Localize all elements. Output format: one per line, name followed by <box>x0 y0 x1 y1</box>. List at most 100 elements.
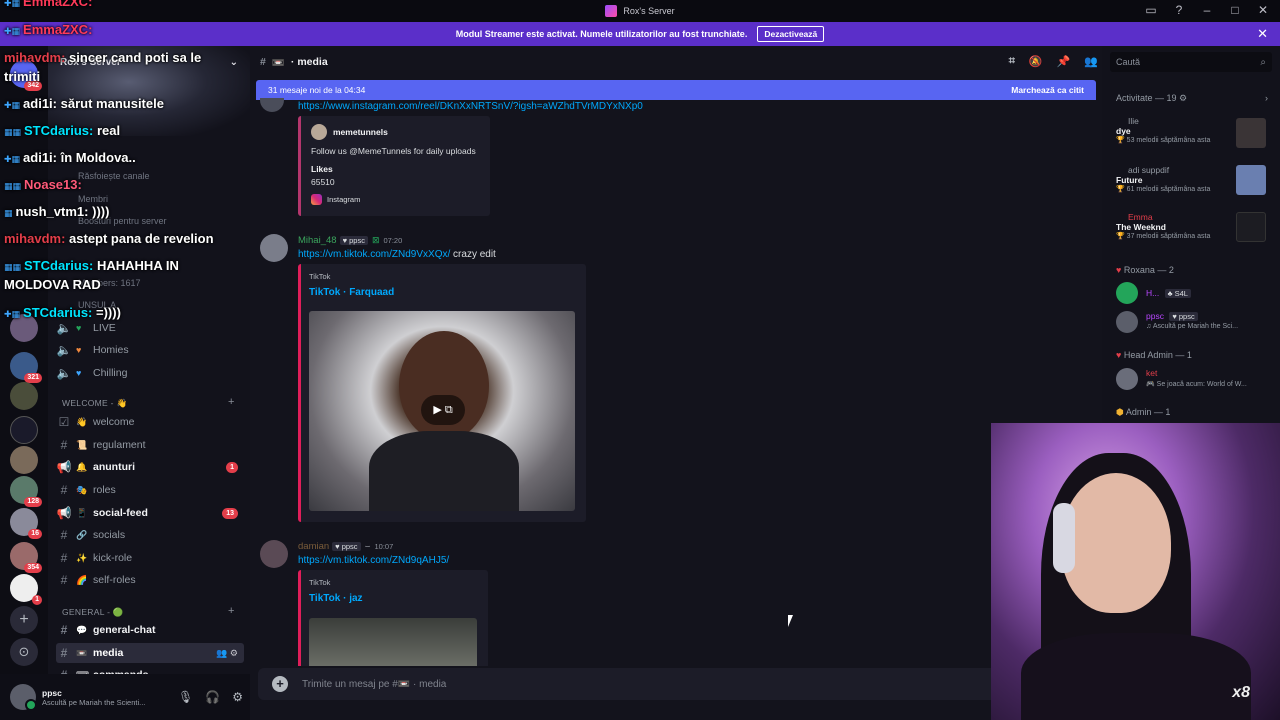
streamer-banner-text: Modul Streamer este activat. Numele util… <box>455 29 748 39</box>
inbox-icon[interactable]: ▭ <box>1144 3 1158 17</box>
discover-icon[interactable]: ⊙ <box>10 638 38 666</box>
add-channel-icon[interactable]: + <box>228 396 235 408</box>
close-banner-icon[interactable]: ✕ <box>1257 26 1268 42</box>
message-link[interactable]: https://www.instagram.com/reel/DKnXxNRTS… <box>298 101 643 112</box>
voice-channel-homies[interactable]: 🔈 ♥ Homies <box>56 340 244 360</box>
channel-socials[interactable]: # 🔗 socials <box>56 525 244 545</box>
video-thumbnail[interactable] <box>309 618 477 666</box>
channel-roles[interactable]: # 🎭 roles <box>56 480 244 500</box>
new-messages-text: 31 mesaje noi de la 04:34 <box>268 85 366 95</box>
activity-item[interactable]: Emma The Weeknd 🏆 37 melodii săptămâna a… <box>1116 212 1266 248</box>
badge-icon: ✚▦ <box>4 26 21 36</box>
server-icon[interactable] <box>10 416 38 444</box>
channel-media[interactable]: # 📼 media 👥 ⚙ <box>56 643 244 663</box>
server-icon[interactable]: 321 <box>10 352 42 383</box>
server-icon[interactable]: 354 <box>10 542 42 573</box>
channel-general-chat[interactable]: # 💬 general-chat <box>56 620 244 640</box>
member-status: 🎮 Se joacă acum: World of W... <box>1146 381 1247 388</box>
search-input[interactable]: Caută ⌕ <box>1110 52 1272 72</box>
overlay-text: trimiti <box>4 69 41 84</box>
rules-icon: ☑ <box>58 415 70 429</box>
category-welcome[interactable]: WELCOME - 👋 + <box>62 396 234 409</box>
channel-label: media <box>93 647 124 659</box>
voice-channel-live[interactable]: 🔈 ♥ LIVE <box>56 318 244 338</box>
add-channel-icon[interactable]: + <box>228 605 235 617</box>
channel-social-feed[interactable]: 📢 📱 social-feed 13 <box>56 503 244 523</box>
activity-item[interactable]: Ilie dye 🏆 53 melodii săptămâna asta <box>1116 116 1266 152</box>
embed-title[interactable]: TikTok · jaz <box>309 593 363 604</box>
server-icon[interactable]: 128 <box>10 476 42 507</box>
message-author[interactable]: damian <box>298 541 329 552</box>
channel-label: social-feed <box>93 507 148 519</box>
message-input[interactable]: Trimite un mesaj pe #📼 · media <box>302 679 446 690</box>
play-icon[interactable]: ▶ ⧉ <box>421 395 465 425</box>
video-thumbnail[interactable]: ▶ ⧉ <box>309 311 575 511</box>
activity-item[interactable]: adi suppdif Future 🏆 61 melodii săptămân… <box>1116 165 1266 201</box>
badge-icon: ▦▦ <box>4 127 22 137</box>
embed-title[interactable]: TikTok · Farquaad <box>309 287 394 298</box>
speaker-icon: 🔈 <box>56 343 72 357</box>
add-server-icon[interactable]: + <box>10 606 38 634</box>
message-avatar[interactable] <box>260 540 288 568</box>
disable-streamer-button[interactable]: Dezactivează <box>757 26 825 42</box>
category-label: GENERAL - 🟢 <box>62 607 124 617</box>
voice-channel-chilling[interactable]: 🔈 ♥ Chilling <box>56 363 244 383</box>
channel-welcome[interactable]: ☑ 👋 welcome <box>56 412 244 432</box>
server-icon[interactable]: 1 <box>10 574 42 605</box>
threads-icon[interactable]: ⌗ <box>1009 55 1015 68</box>
chevron-right-icon[interactable]: › <box>1265 93 1268 103</box>
channel-regulament[interactable]: # 📜 regulament <box>56 435 244 455</box>
role-header-text: Roxana — 2 <box>1123 265 1174 275</box>
channel-label: regulament <box>93 439 146 451</box>
channel-label: LIVE <box>93 322 116 334</box>
browse-channels[interactable]: Răsfoiește canale <box>78 171 150 181</box>
member-item[interactable]: ket 🎮 Se joacă acum: World of W... <box>1116 368 1266 392</box>
channel-emoji: 📱 <box>76 507 88 518</box>
channel-kick-role[interactable]: # ✨ kick-role <box>56 548 244 568</box>
channel-emoji: 💬 <box>76 624 88 635</box>
avatar[interactable] <box>10 684 37 711</box>
message-composer[interactable]: + Trimite un mesaj pe #📼 · media 🎁 <box>258 668 1088 700</box>
server-icon[interactable] <box>10 446 38 474</box>
member-name: H... ♣ S4L <box>1146 288 1191 298</box>
hash-icon: # <box>60 528 68 542</box>
channel-emoji: 📼 <box>76 647 88 658</box>
message-avatar[interactable] <box>260 98 284 112</box>
minimize-icon[interactable]: – <box>1200 3 1214 17</box>
server-icon[interactable]: 16 <box>10 508 42 539</box>
channel-self-roles[interactable]: # 🌈 self-roles <box>56 570 244 590</box>
channel-sidebar: Rox's Server ⌄ Răsfoiește canale Membri … <box>48 46 250 674</box>
message-author[interactable]: Mihai_48 <box>298 235 337 246</box>
members-icon[interactable]: 👥 <box>1084 55 1098 68</box>
mute-icon[interactable]: 🔕 <box>1029 55 1043 68</box>
member-item[interactable]: H... ♣ S4L <box>1116 282 1266 306</box>
channel-anunturi[interactable]: 📢 🔔 anunturi 1 <box>56 457 244 477</box>
message-link[interactable]: https://vm.tiktok.com/ZNd9VxXQx/ <box>298 249 450 260</box>
server-icon[interactable] <box>10 382 38 410</box>
member-status: ♫ Ascultă pe Mariah the Sci... <box>1146 323 1239 330</box>
microphone-icon[interactable]: 🎙 <box>178 690 193 704</box>
message-avatar[interactable] <box>260 234 288 262</box>
pin-icon[interactable]: 📌 <box>1057 55 1071 68</box>
gear-icon[interactable]: ⚙ <box>232 690 243 704</box>
badge-icon: ✚▦ <box>4 0 21 8</box>
close-window-icon[interactable]: ✕ <box>1256 3 1270 17</box>
message-link[interactable]: https://vm.tiktok.com/ZNd9qAHJ5/ <box>298 555 449 566</box>
mark-read-button[interactable]: Marchează ca citit <box>1011 85 1084 95</box>
help-icon[interactable]: ? <box>1172 3 1186 17</box>
embed-author[interactable]: memetunnels <box>333 127 388 137</box>
add-attachment-icon[interactable]: + <box>272 676 288 692</box>
overlay-message: ✚▦ STCdarius: =)))) <box>4 305 121 320</box>
webcam-overlay: x8 <box>991 423 1280 720</box>
activity-header[interactable]: Activitate — 19 ⚙ › <box>1116 93 1268 104</box>
headphones-icon[interactable]: 🎧 <box>205 690 220 704</box>
member-item[interactable]: ppsc ♥ ppsc ♫ Ascultă pe Mariah the Sci.… <box>1116 311 1266 335</box>
members-link[interactable]: Membri <box>78 194 108 204</box>
maximize-icon[interactable]: □ <box>1228 3 1242 17</box>
category-general[interactable]: GENERAL - 🟢 + <box>62 605 234 618</box>
channel-settings-icon[interactable]: 👥 ⚙ <box>216 648 238 659</box>
member-name: ket <box>1146 368 1158 378</box>
new-messages-bar[interactable]: 31 mesaje noi de la 04:34 Marchează ca c… <box>256 80 1096 100</box>
chat-area: # 📼 · media ⌗ 🔕 📌 👥 31 mesaje noi de la … <box>250 46 1102 720</box>
channel-commands[interactable]: #⌨commands <box>56 665 244 674</box>
